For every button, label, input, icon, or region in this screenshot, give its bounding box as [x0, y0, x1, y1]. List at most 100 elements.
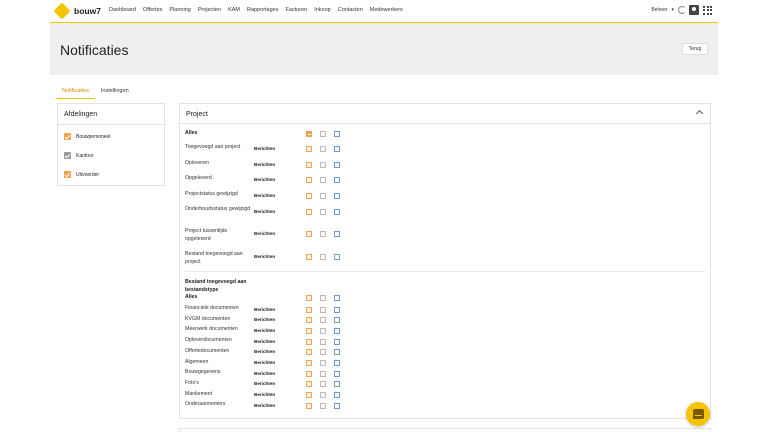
company-switcher[interactable]: Beheer: [651, 7, 667, 13]
push-checkbox[interactable]: [320, 402, 326, 409]
notification-type-label: Berichten: [254, 327, 276, 333]
email-checkbox[interactable]: [306, 231, 312, 237]
push-checkbox[interactable]: [320, 295, 326, 301]
department-item-bouwpersoneel[interactable]: Bouwpersoneel: [64, 133, 110, 140]
push-checkbox[interactable]: [320, 317, 326, 324]
checkbox-checked-icon[interactable]: [64, 171, 71, 178]
sms-checkbox[interactable]: [334, 360, 340, 366]
select-all-label: Alles: [185, 294, 198, 300]
nav-item-medewerkers[interactable]: Medewerkers: [370, 7, 403, 13]
email-checkbox[interactable]: [306, 177, 312, 183]
back-button[interactable]: Terug: [682, 43, 708, 55]
tab-notificaties[interactable]: Notificaties: [56, 86, 95, 99]
chevron-up-icon[interactable]: [695, 109, 704, 118]
notification-row-label: Onderhoudsstatus gewijzigd: [185, 206, 251, 212]
push-checkbox[interactable]: [320, 349, 326, 356]
push-checkbox[interactable]: [320, 327, 326, 334]
sms-checkbox[interactable]: [334, 327, 340, 334]
nav-item-planning[interactable]: Planning: [169, 7, 190, 13]
sms-checkbox[interactable]: [334, 381, 340, 388]
checkbox-checked-icon[interactable]: [64, 152, 71, 159]
push-checkbox[interactable]: [320, 360, 326, 366]
email-checkbox[interactable]: [306, 209, 312, 215]
email-checkbox[interactable]: [306, 327, 312, 334]
push-checkbox[interactable]: [320, 381, 326, 388]
chat-icon: [692, 409, 704, 419]
section-heading: Bestand toegevoegd aan bestandstype: [185, 279, 247, 293]
project-panel-header[interactable]: Project: [180, 104, 710, 124]
push-checkbox[interactable]: [320, 254, 326, 260]
department-label: Kantoor: [76, 152, 94, 159]
sms-checkbox[interactable]: [334, 131, 340, 137]
user-icon[interactable]: [689, 5, 699, 15]
department-item-uitvoerder[interactable]: Uitvoerder: [64, 171, 99, 178]
email-checkbox[interactable]: [306, 402, 312, 409]
email-checkbox[interactable]: [306, 306, 312, 313]
page-title: Notificaties: [60, 42, 129, 58]
sms-checkbox[interactable]: [334, 392, 340, 399]
department-item-kantoor[interactable]: Kantoor: [64, 152, 94, 159]
email-checkbox[interactable]: [306, 360, 312, 366]
nav-item-kam[interactable]: KAM: [228, 7, 240, 13]
sync-icon[interactable]: [678, 6, 686, 14]
sms-checkbox[interactable]: [334, 254, 340, 260]
email-checkbox[interactable]: [306, 317, 312, 324]
sms-checkbox[interactable]: [334, 231, 340, 237]
email-checkbox[interactable]: [306, 370, 312, 377]
email-checkbox[interactable]: [306, 162, 312, 168]
nav-item-rapportages[interactable]: Rapportages: [247, 7, 279, 13]
notification-type-label: Berichten: [254, 193, 276, 198]
notification-type-label: Berichten: [254, 254, 276, 259]
sms-checkbox[interactable]: [334, 209, 340, 215]
push-checkbox[interactable]: [320, 338, 326, 345]
push-checkbox[interactable]: [320, 370, 326, 377]
sms-checkbox[interactable]: [334, 306, 340, 313]
chat-button[interactable]: [686, 402, 710, 426]
nav-item-contacten[interactable]: Contacten: [338, 7, 363, 13]
sms-checkbox[interactable]: [334, 146, 340, 152]
nav-item-inkoop[interactable]: Inkoop: [314, 7, 331, 13]
notification-row-label: Toegevoegd aan project: [185, 144, 241, 150]
tab-instellingen[interactable]: Instellingen: [95, 86, 135, 99]
notification-type-label: Berichten: [254, 402, 276, 408]
sms-checkbox[interactable]: [334, 295, 340, 301]
sms-checkbox[interactable]: [334, 162, 340, 168]
sms-checkbox[interactable]: [334, 349, 340, 356]
email-checkbox[interactable]: [306, 338, 312, 345]
logo[interactable]: bouw7: [53, 2, 101, 20]
push-checkbox[interactable]: [320, 231, 326, 237]
push-checkbox[interactable]: [320, 177, 326, 183]
sms-checkbox[interactable]: [334, 317, 340, 324]
nav-item-projecten[interactable]: Projecten: [198, 7, 221, 13]
push-checkbox[interactable]: [320, 193, 326, 199]
email-checkbox[interactable]: [306, 131, 312, 137]
sms-checkbox[interactable]: [334, 402, 340, 409]
push-checkbox[interactable]: [320, 162, 326, 168]
nav-item-dashboard[interactable]: Dashboard: [109, 7, 136, 13]
apps-grid-icon[interactable]: [703, 5, 712, 15]
push-checkbox[interactable]: [320, 209, 326, 215]
notification-type-label: Berichten: [254, 392, 276, 398]
email-checkbox[interactable]: [306, 254, 312, 260]
notification-row-label: Mankement: [185, 390, 213, 397]
email-checkbox[interactable]: [306, 349, 312, 356]
sms-checkbox[interactable]: [334, 177, 340, 183]
checkbox-checked-icon[interactable]: [64, 133, 71, 140]
push-checkbox[interactable]: [320, 131, 326, 137]
sms-checkbox[interactable]: [334, 370, 340, 377]
email-checkbox[interactable]: [306, 193, 312, 199]
email-checkbox[interactable]: [306, 295, 312, 301]
nav-item-facturen[interactable]: Facturen: [285, 7, 307, 13]
tab-bar: Notificaties Instellingen: [56, 86, 135, 99]
sms-checkbox[interactable]: [334, 193, 340, 199]
departments-panel: Afdelingen Bouwpersoneel Kantoor Uitvoer…: [57, 103, 165, 186]
sms-checkbox[interactable]: [334, 338, 340, 345]
push-checkbox[interactable]: [320, 306, 326, 313]
email-checkbox[interactable]: [306, 381, 312, 388]
nav-item-offertes[interactable]: Offertes: [143, 7, 162, 13]
email-checkbox[interactable]: [306, 146, 312, 152]
push-checkbox[interactable]: [320, 392, 326, 399]
email-checkbox[interactable]: [306, 392, 312, 399]
push-checkbox[interactable]: [320, 146, 326, 152]
chevron-down-icon[interactable]: ▾: [671, 7, 674, 13]
